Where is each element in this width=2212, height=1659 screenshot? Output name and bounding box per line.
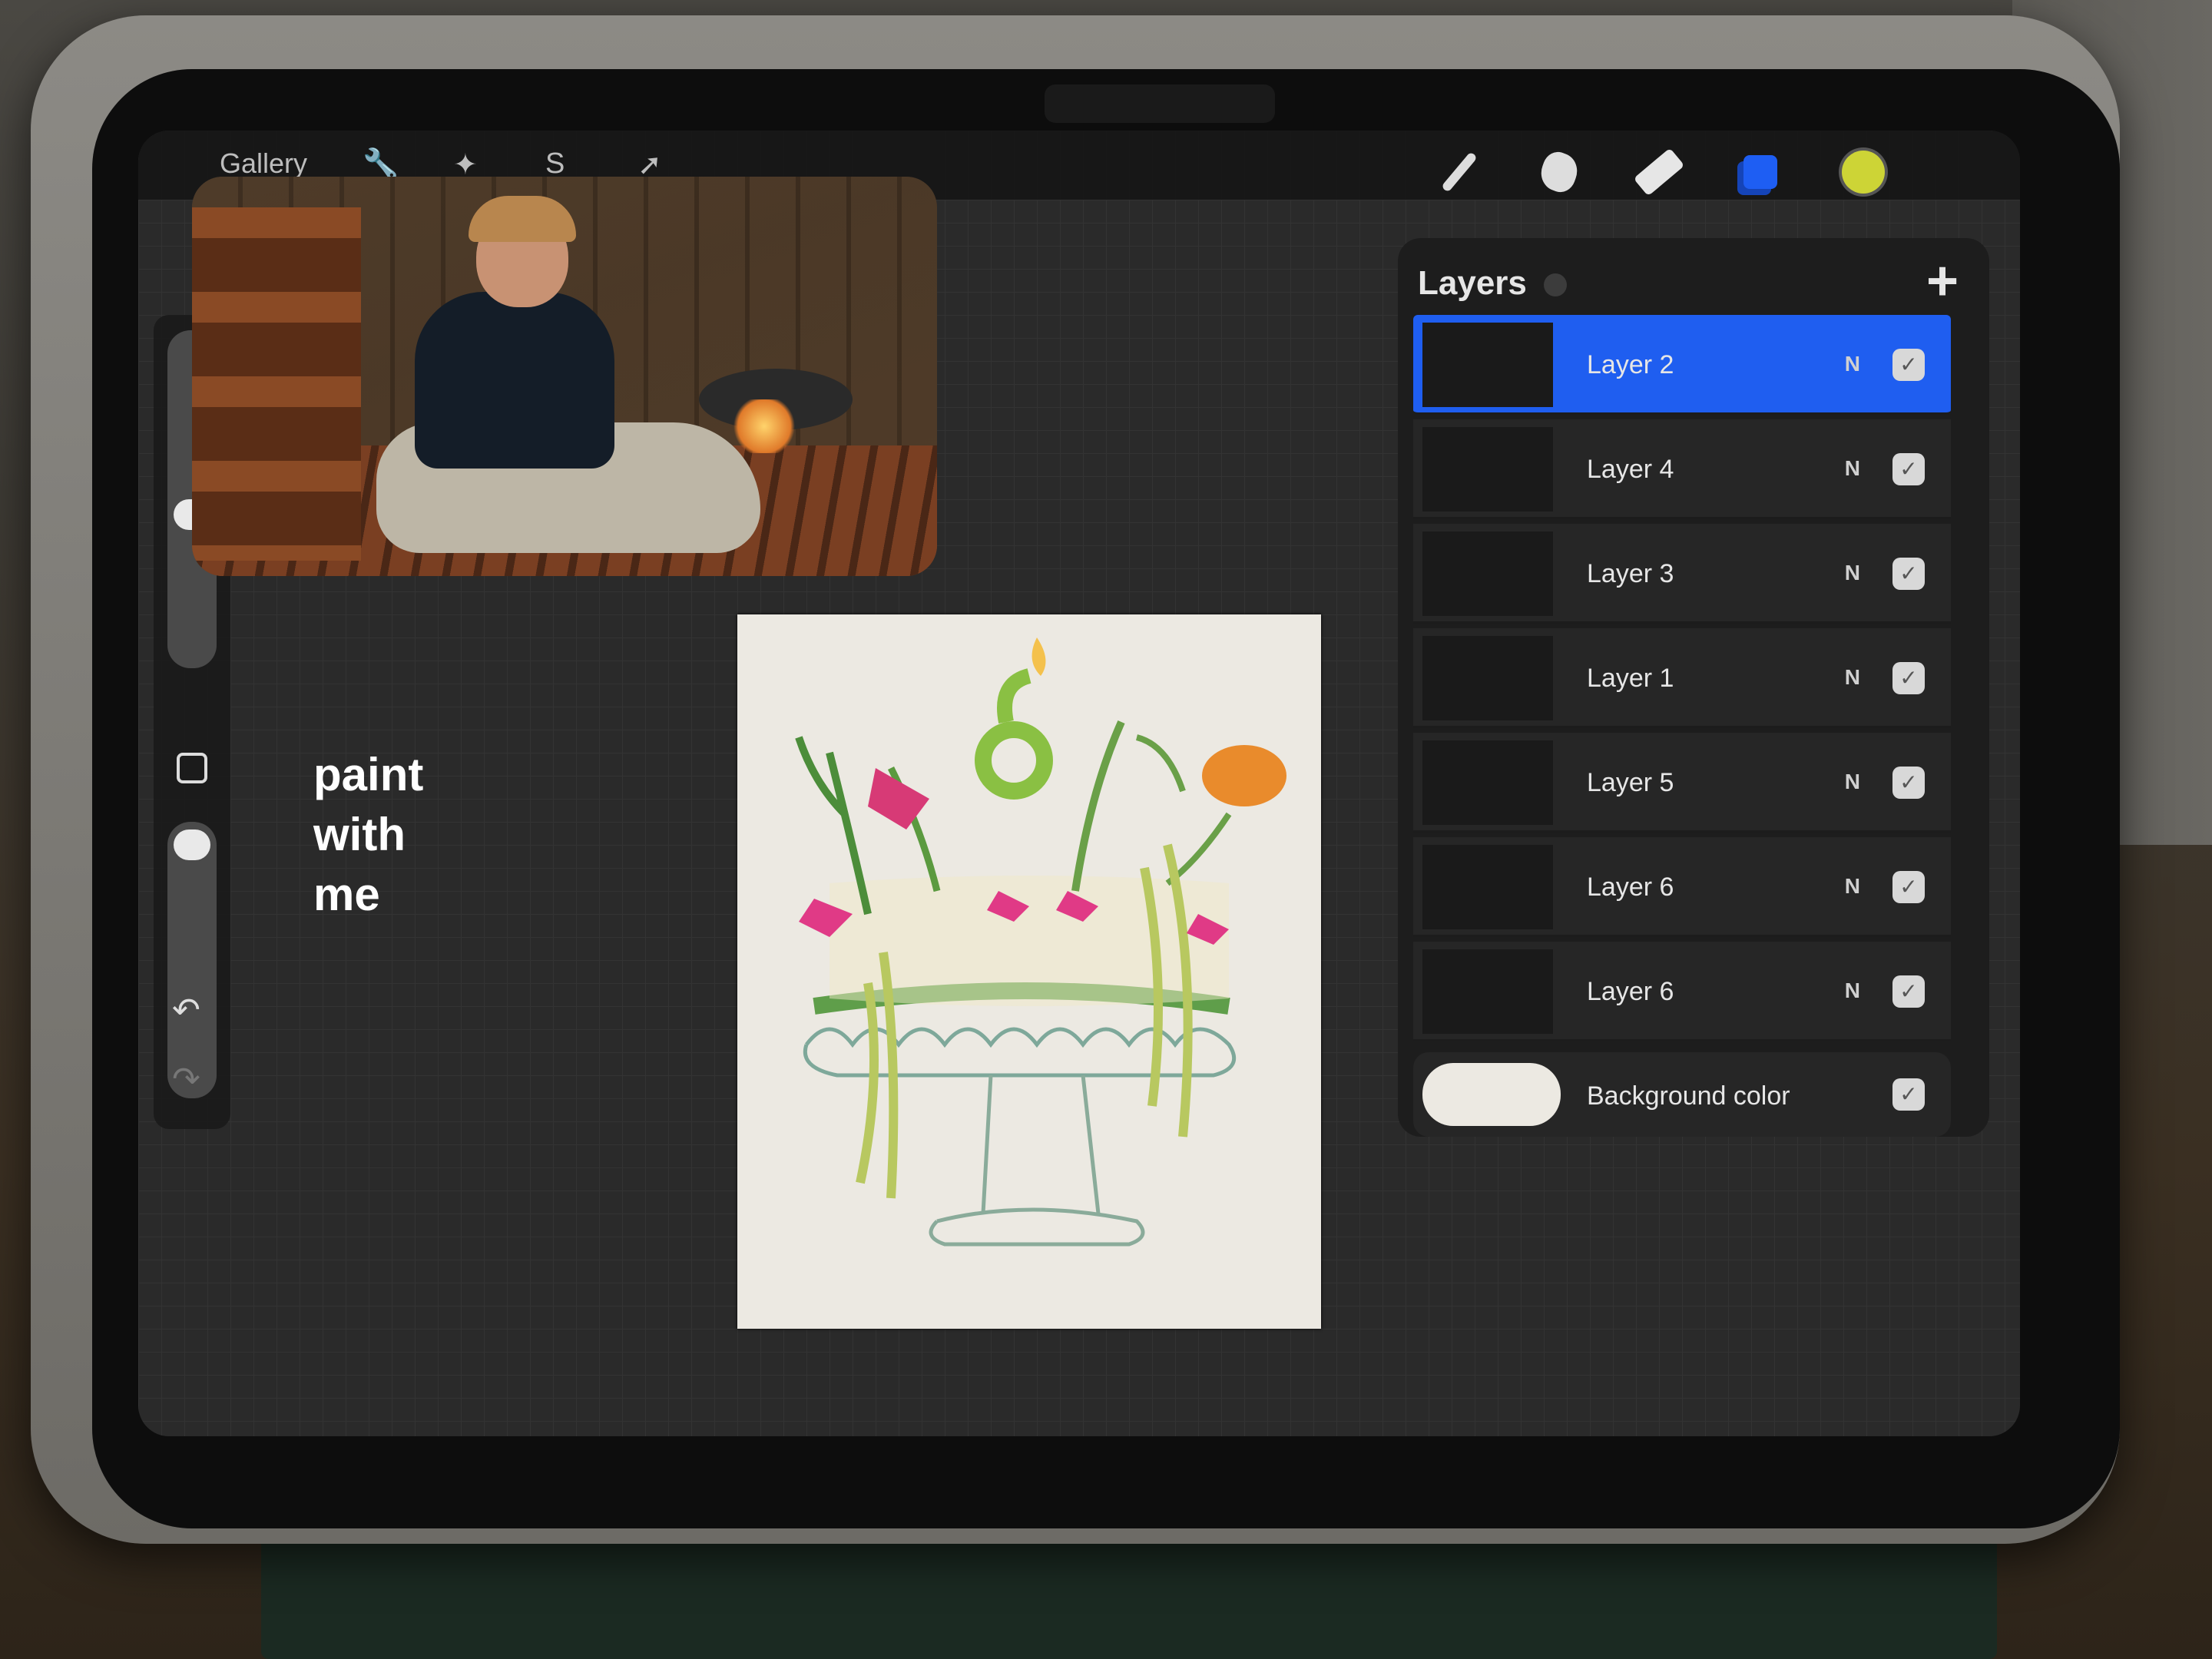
background-color-label: Background color xyxy=(1587,1081,1790,1111)
caption-line: paint xyxy=(313,749,424,800)
layers-title: Layers xyxy=(1418,264,1527,302)
layer-row[interactable]: Layer 5 N ✓ xyxy=(1413,733,1951,833)
blend-mode-button[interactable]: N xyxy=(1845,874,1860,899)
layer-name: Layer 3 xyxy=(1587,559,1674,588)
layer-row[interactable]: Layer 1 N ✓ xyxy=(1413,628,1951,728)
smudge-tool-icon[interactable] xyxy=(1535,147,1583,197)
photo-background: Gallery 🔧 ✦ S ➚ ↶ ↷ paint with me Layers… xyxy=(0,0,2212,1659)
layer-name: Layer 4 xyxy=(1587,455,1674,484)
visibility-checkbox[interactable]: ✓ xyxy=(1892,871,1925,903)
layer-thumbnail xyxy=(1422,949,1553,1034)
layer-row[interactable]: Layer 6 N ✓ xyxy=(1413,837,1951,937)
caption-line: with xyxy=(313,809,406,860)
layer-row[interactable]: Layer 3 N ✓ xyxy=(1413,524,1951,624)
modify-button[interactable] xyxy=(177,753,207,783)
layer-row[interactable]: Layer 6 N ✓ xyxy=(1413,942,1951,1041)
video-overlay xyxy=(192,177,937,576)
selection-icon[interactable]: S xyxy=(545,147,565,180)
visibility-checkbox[interactable]: ✓ xyxy=(1892,662,1925,694)
layer-name: Layer 6 xyxy=(1587,873,1674,902)
video-person-body xyxy=(415,292,614,469)
layer-thumbnail xyxy=(1422,427,1553,512)
color-picker-icon[interactable] xyxy=(1840,149,1886,195)
opacity-thumb[interactable] xyxy=(174,830,210,860)
video-shelf xyxy=(192,207,361,561)
help-icon[interactable] xyxy=(1544,273,1567,296)
visibility-checkbox[interactable]: ✓ xyxy=(1892,453,1925,485)
blend-mode-button[interactable]: N xyxy=(1845,979,1860,1003)
opacity-slider[interactable] xyxy=(167,822,217,1098)
layer-name: Layer 6 xyxy=(1587,977,1674,1006)
layer-thumbnail xyxy=(1422,740,1553,825)
layers-tool-icon[interactable] xyxy=(1737,149,1783,195)
visibility-checkbox[interactable]: ✓ xyxy=(1892,975,1925,1008)
caption-line: me xyxy=(313,869,380,920)
cake-painting xyxy=(795,637,1286,1247)
redo-icon[interactable]: ↷ xyxy=(172,1060,200,1099)
layer-name: Layer 5 xyxy=(1587,768,1674,797)
undo-icon[interactable]: ↶ xyxy=(172,991,200,1030)
camera-notch xyxy=(1045,84,1275,123)
blend-mode-button[interactable]: N xyxy=(1845,456,1860,481)
visibility-checkbox[interactable]: ✓ xyxy=(1892,558,1925,590)
layer-name: Layer 2 xyxy=(1587,350,1674,379)
drawing-canvas[interactable] xyxy=(737,614,1321,1329)
eraser-tool-icon[interactable] xyxy=(1633,147,1685,197)
blend-mode-button[interactable]: N xyxy=(1845,561,1860,585)
add-layer-button[interactable]: + xyxy=(1926,253,1959,309)
video-person-cap xyxy=(469,196,576,242)
layer-name: Layer 1 xyxy=(1587,664,1674,693)
gallery-button[interactable]: Gallery xyxy=(220,147,307,180)
blend-mode-button[interactable]: N xyxy=(1845,665,1860,690)
layer-thumbnail xyxy=(1422,323,1553,407)
blend-mode-button[interactable]: N xyxy=(1845,352,1860,376)
video-fire xyxy=(730,399,799,453)
background-color-swatch[interactable] xyxy=(1422,1063,1561,1126)
procreate-screen: Gallery 🔧 ✦ S ➚ ↶ ↷ paint with me Layers… xyxy=(138,131,2020,1436)
caption-text: paint with me xyxy=(313,745,423,925)
blend-mode-button[interactable]: N xyxy=(1845,770,1860,794)
visibility-checkbox[interactable]: ✓ xyxy=(1892,767,1925,799)
layer-thumbnail xyxy=(1422,636,1553,720)
background-color-row[interactable]: Background color ✓ xyxy=(1413,1052,1951,1137)
layer-thumbnail xyxy=(1422,531,1553,616)
brush-tool-icon[interactable] xyxy=(1436,149,1482,195)
layer-row[interactable]: Layer 4 N ✓ xyxy=(1413,419,1951,519)
layer-thumbnail xyxy=(1422,845,1553,929)
layer-row[interactable]: Layer 2 N ✓ xyxy=(1413,315,1951,415)
visibility-checkbox[interactable]: ✓ xyxy=(1892,349,1925,381)
layers-panel: Layers + Layer 2 N ✓ Layer 4 N ✓ Layer 3… xyxy=(1398,238,1989,1137)
visibility-checkbox[interactable]: ✓ xyxy=(1892,1078,1925,1111)
